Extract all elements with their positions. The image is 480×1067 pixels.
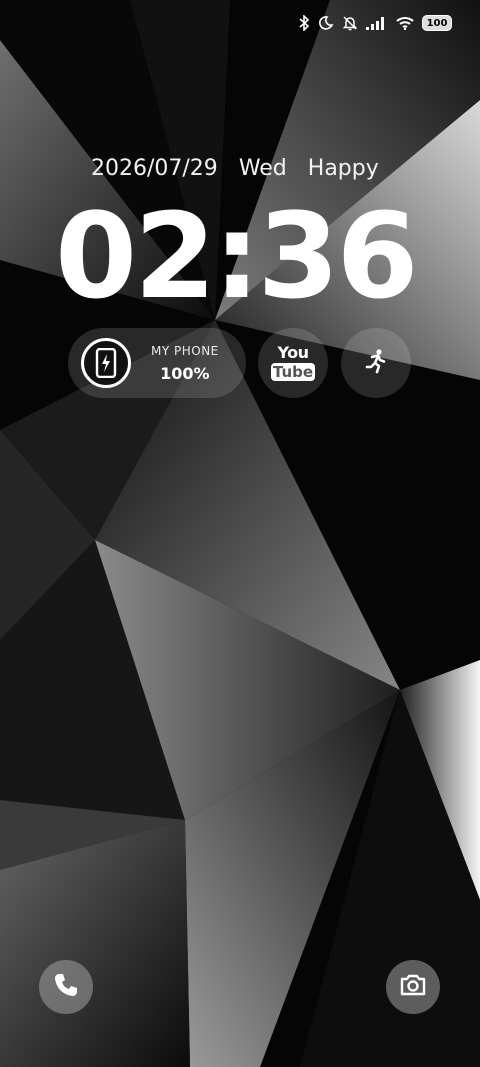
youtube-icon: You Tube	[270, 343, 316, 381]
camera-shortcut-button[interactable]	[386, 960, 440, 1014]
status-bar: 100	[298, 10, 452, 36]
wifi-icon	[396, 16, 414, 30]
moon-icon	[318, 15, 334, 31]
lockscreen-clock: 02:36	[55, 187, 419, 325]
youtube-button[interactable]: You Tube	[258, 328, 328, 398]
running-person-icon	[363, 348, 389, 378]
date-row: 2026/07/29 Wed Happy	[91, 156, 379, 181]
weekday-text: Wed	[238, 156, 287, 181]
greeting-text: Happy	[307, 156, 379, 181]
battery-widget-value: 100%	[160, 363, 210, 383]
phone-icon	[52, 971, 80, 1003]
battery-widget[interactable]: MY PHONE 100%	[68, 328, 246, 398]
bell-off-icon	[342, 15, 358, 31]
signal-icon	[366, 16, 388, 30]
phone-charging-icon	[81, 338, 131, 388]
bluetooth-icon	[298, 15, 310, 31]
phone-shortcut-button[interactable]	[39, 960, 93, 1014]
fitness-button[interactable]	[341, 328, 411, 398]
battery-indicator: 100	[422, 15, 452, 31]
date-text: 2026/07/29	[91, 156, 218, 181]
camera-icon	[399, 973, 427, 1001]
battery-widget-label: MY PHONE	[151, 343, 219, 358]
